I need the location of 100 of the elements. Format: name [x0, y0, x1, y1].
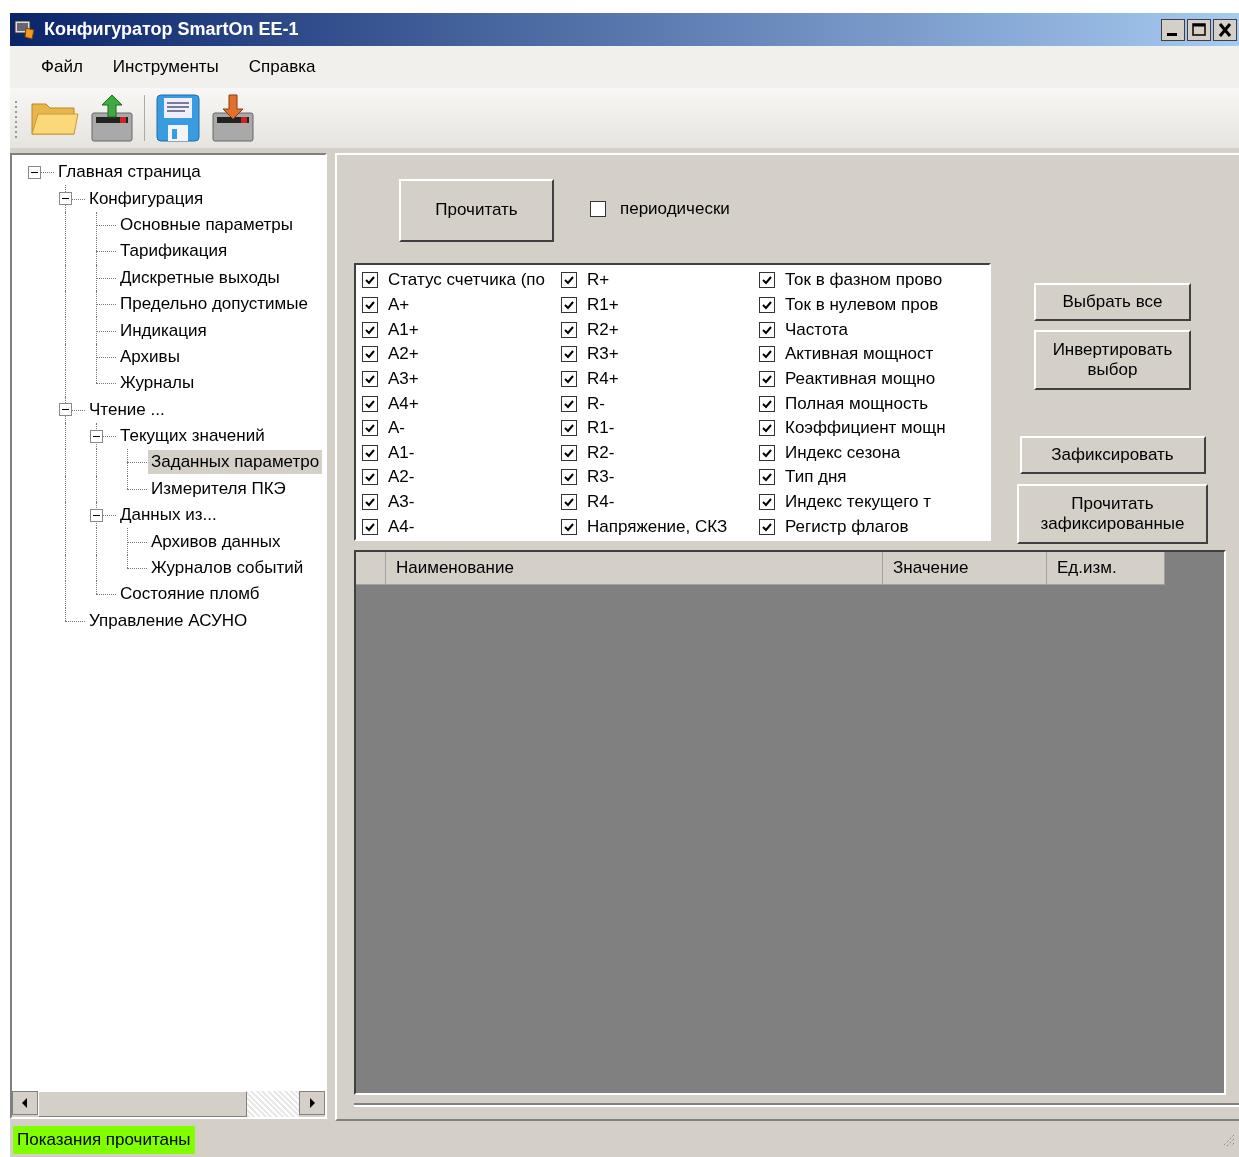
checkbox[interactable] — [561, 420, 577, 437]
tree-item[interactable]: Главная страница — [55, 160, 204, 185]
checkbox[interactable] — [362, 321, 378, 338]
tree-item[interactable]: Индикация — [117, 318, 210, 343]
checkbox[interactable] — [561, 395, 577, 412]
checkbox[interactable] — [759, 370, 775, 387]
checkbox[interactable] — [561, 494, 577, 511]
app-icon — [14, 19, 36, 40]
column-header[interactable]: Наименование — [386, 552, 883, 585]
checkbox[interactable] — [561, 444, 577, 461]
checkbox[interactable] — [759, 346, 775, 363]
checkbox[interactable] — [561, 518, 577, 535]
checkbox-label: Регистр флагов — [785, 516, 909, 537]
tree-item[interactable]: Текущих значений — [117, 424, 268, 449]
tree-item[interactable]: Архивы — [117, 344, 183, 369]
checkbox[interactable] — [759, 444, 775, 461]
action-button[interactable]: Прочитать зафиксированные — [1017, 484, 1208, 544]
collapse-icon[interactable] — [90, 508, 103, 522]
checkbox-label: A2+ — [388, 344, 419, 365]
column-header[interactable]: Значение — [883, 552, 1047, 585]
checkbox[interactable] — [561, 272, 577, 289]
scroll-right-icon[interactable] — [299, 1091, 325, 1115]
checkbox-label: A4- — [388, 516, 415, 537]
checkbox-label: A3+ — [388, 368, 419, 389]
checkbox[interactable] — [759, 395, 775, 412]
close-button[interactable] — [1213, 18, 1237, 41]
checkbox[interactable] — [759, 494, 775, 511]
checkbox[interactable] — [362, 296, 378, 313]
checkbox[interactable] — [759, 420, 775, 437]
checkbox-label: Частота — [785, 319, 848, 340]
collapse-icon[interactable] — [59, 192, 72, 206]
tree-item[interactable]: Предельно допустимые — [117, 292, 311, 317]
tree-item[interactable]: Управление АСУНО — [86, 608, 251, 633]
device-upload-icon[interactable] — [90, 93, 134, 143]
checkbox-label: периодически — [620, 199, 730, 219]
minimize-button[interactable] — [1161, 18, 1185, 41]
menu-item[interactable]: Инструменты — [97, 53, 234, 81]
checkbox-label: Статус счетчика (по — [388, 270, 545, 291]
tree-item[interactable]: Дискретные выходы — [117, 265, 283, 290]
checkbox[interactable] — [759, 321, 775, 338]
tree-item[interactable]: Журналы — [117, 371, 198, 396]
maximize-button[interactable] — [1187, 18, 1211, 41]
checkbox[interactable] — [561, 469, 577, 486]
tree-item[interactable]: Состояние пломб — [117, 582, 263, 607]
checkbox[interactable] — [561, 296, 577, 313]
checkbox[interactable] — [362, 370, 378, 387]
tree-item[interactable]: Тарификация — [117, 239, 231, 264]
checkbox[interactable] — [362, 420, 378, 437]
checkbox[interactable] — [561, 321, 577, 338]
checkbox-label: R1+ — [587, 294, 619, 315]
checkbox[interactable] — [362, 444, 378, 461]
scroll-thumb[interactable] — [38, 1091, 247, 1117]
tree-item[interactable]: Чтение ... — [86, 397, 168, 422]
checkbox-label: A2- — [388, 467, 415, 488]
checkbox[interactable] — [759, 469, 775, 486]
checkbox-label: R3- — [587, 467, 615, 488]
scroll-left-icon[interactable] — [12, 1091, 38, 1115]
collapse-icon[interactable] — [59, 403, 72, 417]
checkbox-label: R1- — [587, 418, 615, 439]
menu-item[interactable]: Файл — [26, 53, 98, 81]
checkbox[interactable] — [759, 272, 775, 289]
checkbox[interactable] — [590, 201, 606, 217]
checkbox[interactable] — [759, 296, 775, 313]
checkbox-label: Полная мощность — [785, 393, 929, 414]
tree-item[interactable]: Данных из... — [117, 503, 220, 528]
checkbox[interactable] — [561, 346, 577, 363]
checkbox[interactable] — [362, 518, 378, 535]
horizontal-scrollbar[interactable] — [12, 1091, 325, 1117]
checkbox[interactable] — [362, 469, 378, 486]
tree-item[interactable]: Конфигурация — [86, 186, 207, 211]
column-header[interactable]: Ед.изм. — [1047, 552, 1165, 585]
checkbox[interactable] — [362, 395, 378, 412]
tree-item[interactable]: Измерителя ПКЭ — [148, 476, 289, 501]
checkbox-label: Активная мощност — [785, 344, 934, 365]
checkbox[interactable] — [561, 370, 577, 387]
checkbox-label: R4- — [587, 492, 615, 513]
collapse-icon[interactable] — [90, 429, 103, 443]
menu-item[interactable]: Справка — [233, 53, 331, 81]
collapse-icon[interactable] — [28, 165, 41, 179]
checkbox[interactable] — [362, 272, 378, 289]
checkbox-label: R- — [587, 393, 605, 414]
tree-item[interactable]: Архивов данных — [148, 529, 284, 554]
tree-item[interactable]: Основные параметры — [117, 212, 296, 237]
checkbox[interactable] — [362, 494, 378, 511]
tree-item[interactable]: Заданных параметро — [148, 450, 323, 475]
device-download-icon[interactable] — [211, 93, 255, 143]
tree-item[interactable]: Журналов событий — [148, 556, 307, 581]
checkbox-label: R2+ — [587, 319, 619, 340]
checkbox-label: Индекс сезона — [785, 442, 901, 463]
action-button[interactable]: Выбрать все — [1034, 283, 1191, 321]
checkbox-label: Ток в фазном прово — [785, 270, 943, 291]
checkbox-label: A4+ — [388, 393, 419, 414]
read-button[interactable]: Прочитать — [399, 178, 554, 242]
checkbox[interactable] — [759, 518, 775, 535]
checkbox-label: R+ — [587, 270, 610, 291]
checkbox-label: Индекс текущего т — [785, 492, 932, 513]
action-button[interactable]: Зафиксировать — [1019, 436, 1206, 474]
checkbox-label: A1- — [388, 442, 415, 463]
checkbox[interactable] — [362, 346, 378, 363]
action-button[interactable]: Инвертировать выбор — [1034, 330, 1191, 390]
